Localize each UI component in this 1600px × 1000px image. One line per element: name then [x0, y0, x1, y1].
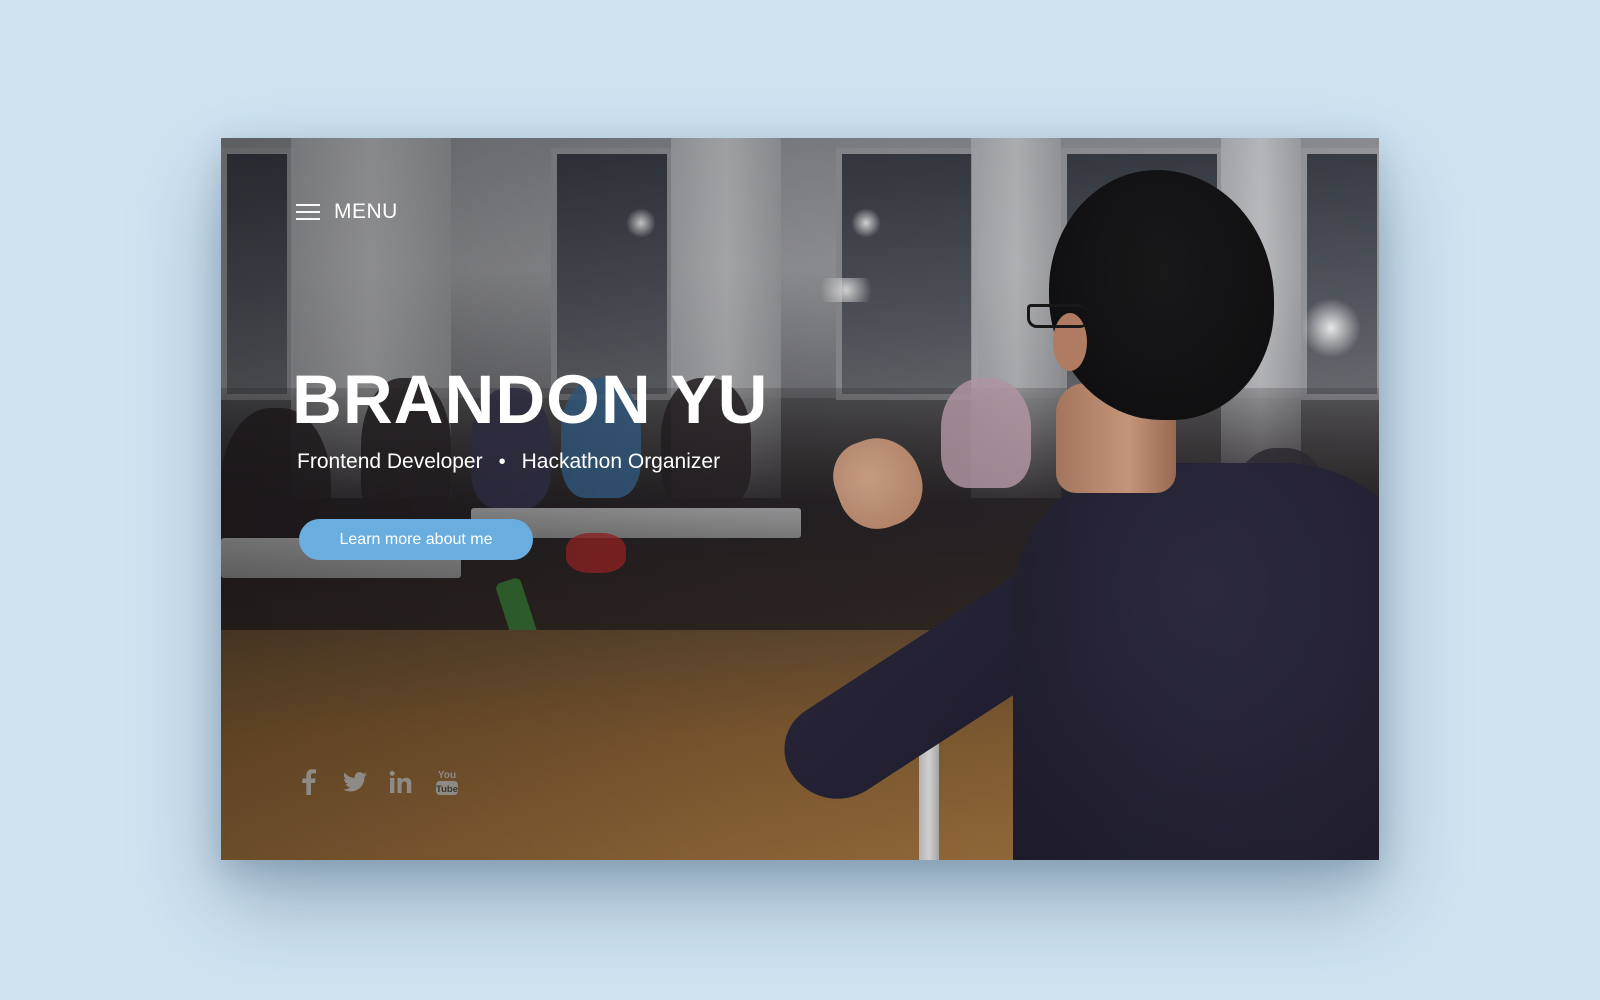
youtube-icon: You Tube	[436, 770, 458, 795]
hero-title: BRANDON YU	[292, 361, 769, 438]
role-separator: •	[498, 450, 506, 473]
svg-text:You: You	[438, 770, 456, 781]
website-preview: MENU BRANDON YU Frontend Developer • Hac…	[221, 138, 1379, 860]
hero-background-photo	[221, 138, 1379, 860]
social-links: You Tube	[295, 768, 461, 796]
learn-more-button[interactable]: Learn more about me	[299, 519, 533, 560]
photo-overlay	[221, 138, 1379, 860]
hamburger-icon	[296, 204, 320, 220]
linkedin-link[interactable]	[387, 768, 415, 796]
facebook-icon	[302, 769, 316, 795]
svg-text:Tube: Tube	[436, 784, 458, 795]
menu-label: MENU	[334, 200, 398, 223]
facebook-link[interactable]	[295, 768, 323, 796]
role-hackathon-organizer: Hackathon Organizer	[521, 450, 721, 473]
twitter-link[interactable]	[341, 768, 369, 796]
twitter-icon	[343, 772, 367, 792]
hero-subtitle: Frontend Developer • Hackathon Organizer	[297, 450, 720, 474]
youtube-link[interactable]: You Tube	[433, 768, 461, 796]
linkedin-icon	[389, 770, 412, 793]
menu-button[interactable]: MENU	[296, 200, 398, 224]
page-background: MENU BRANDON YU Frontend Developer • Hac…	[0, 0, 1600, 1000]
role-frontend-developer: Frontend Developer	[297, 450, 483, 473]
